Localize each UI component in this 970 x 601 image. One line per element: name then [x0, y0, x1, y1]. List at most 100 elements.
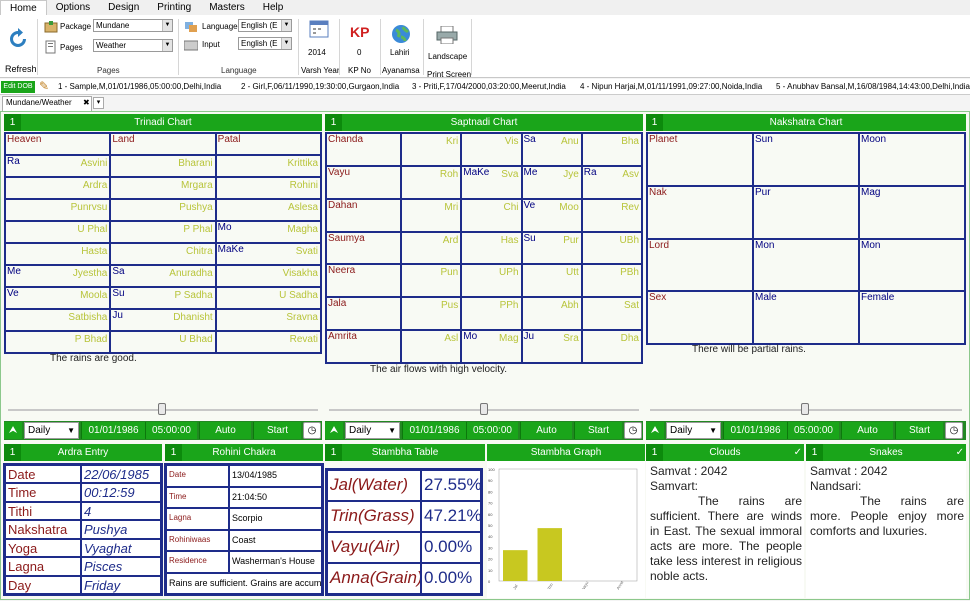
dob-person-2[interactable]: 2 - Girl,F,06/11/1990,19:30:00,Gurgaon,I…: [241, 82, 399, 91]
collapse-up-icon[interactable]: ⮝: [4, 422, 22, 439]
menu-printing[interactable]: Printing: [148, 0, 200, 15]
mode-select[interactable]: Daily ▼: [666, 422, 721, 439]
start-button[interactable]: Start: [253, 422, 301, 439]
snakes-title: Snakes: [869, 447, 903, 458]
start-button[interactable]: Start: [574, 422, 622, 439]
clock-icon[interactable]: ◷: [303, 422, 321, 439]
trinadi-slider-thumb[interactable]: [158, 403, 166, 415]
snakes-panel: Samvat : 2042 Nandsari: The rains are mo…: [806, 461, 966, 598]
menu-design[interactable]: Design: [99, 0, 148, 15]
package-select[interactable]: Mundane ▼: [93, 19, 173, 32]
time-field[interactable]: 05:00:00: [466, 422, 518, 439]
stambha-graph-title: Stambha Graph: [530, 447, 602, 458]
rohini-note: Rains are sufficient. Grains are accumul…: [166, 572, 322, 594]
trinadi-cell: Mrgara: [110, 177, 216, 199]
package-value: Mundane: [96, 21, 130, 30]
ardra-key: Date: [5, 465, 81, 484]
pages-select[interactable]: Weather ▼: [93, 39, 173, 52]
nakshatra-note: There will be partial rains.: [692, 344, 806, 355]
saptnadi-cell: Chi: [461, 198, 522, 232]
date-field[interactable]: 01/01/1986: [402, 422, 466, 439]
stambha-value: 0.00%: [421, 563, 481, 594]
trinadi-cell: Krittika: [215, 155, 321, 177]
check-icon[interactable]: ✓: [956, 444, 964, 461]
mode-select[interactable]: Daily ▼: [24, 422, 79, 439]
nakshatra-label: PPh: [499, 300, 519, 312]
varsh-label: Varsh Year: [301, 66, 340, 75]
collapse-up-icon[interactable]: ⮝: [646, 422, 664, 439]
saptnadi-cell: Ard: [401, 231, 462, 265]
saptnadi-header: 1 Saptnadi Chart: [325, 114, 643, 131]
saptnadi-slider-thumb[interactable]: [480, 403, 488, 415]
nakshatra-label: Jye: [563, 168, 579, 180]
y-tick-label: 90: [488, 478, 493, 483]
input-select[interactable]: English (E ▼: [238, 37, 292, 50]
menu-masters[interactable]: Masters: [200, 0, 254, 15]
varsh-year-button[interactable]: 2014 Varsh Year: [301, 19, 340, 75]
mode-value: Daily: [349, 425, 372, 436]
saptnadi-cell: Bha: [581, 133, 642, 166]
nakshatra-slider-thumb[interactable]: [801, 403, 809, 415]
auto-button[interactable]: Auto: [199, 422, 251, 439]
rohini-header: 1 Rohini Chakra: [165, 444, 323, 461]
refresh-button[interactable]: Refresh: [2, 19, 37, 75]
ardra-key: Nakshatra: [5, 520, 81, 539]
check-icon[interactable]: ✓: [794, 444, 802, 461]
nakshatra-label: Anuradha: [169, 268, 213, 279]
trinadi-cell: P Bhad: [5, 331, 111, 353]
nakshatra-label: Roh: [439, 168, 459, 180]
menu-home[interactable]: Home: [0, 0, 47, 15]
dob-person-4[interactable]: 4 - Nipun Harjai,M,01/11/1991,09:27:00,N…: [580, 82, 762, 91]
date-field[interactable]: 01/01/1986: [723, 422, 787, 439]
print-screen-button[interactable]: Landscape Print Screen: [425, 19, 471, 79]
dob-person-1[interactable]: 1 - Sample,M,01/01/1986,05:00:00,Delhi,I…: [58, 82, 221, 91]
nakshatra-label: Magha: [287, 224, 318, 235]
print-label: Print Screen: [427, 70, 472, 79]
menu-help[interactable]: Help: [254, 0, 293, 15]
dob-person-3[interactable]: 3 - Priti,F,17/04/2000,03:20:00,Meerut,I…: [412, 82, 566, 91]
nakshatra-cell-label: Nak: [649, 186, 667, 198]
collapse-up-icon[interactable]: ⮝: [325, 422, 343, 439]
stambha-key: Anna(Grain): [327, 563, 421, 594]
time-field[interactable]: 05:00:00: [787, 422, 839, 439]
planet-label: Mo: [217, 222, 232, 233]
close-icon[interactable]: ✖: [83, 98, 90, 107]
saptnadi-cell: PPh: [461, 297, 522, 331]
tab-mundane-weather[interactable]: Mundane/Weather ✖: [2, 96, 92, 111]
menu-options[interactable]: Options: [47, 0, 99, 15]
language-select[interactable]: English (E ▼: [238, 19, 292, 32]
mode-select[interactable]: Daily ▼: [345, 422, 400, 439]
nakshatra-label: Aslesa: [287, 202, 318, 213]
planet-label: Me: [523, 166, 538, 178]
pencil-icon[interactable]: ✎: [39, 79, 49, 93]
snakes-samvat: Samvat : 2042: [810, 464, 888, 478]
clock-icon[interactable]: ◷: [624, 422, 642, 439]
ayanamsa-button[interactable]: Lahiri Ayanamsa: [382, 19, 422, 75]
clock-icon[interactable]: ◷: [945, 422, 963, 439]
saptnadi-name-label: Jala: [328, 298, 347, 310]
trinadi-cell: Pushya: [110, 199, 216, 221]
trinadi-cell: Ardra: [5, 177, 111, 199]
new-tab-button[interactable]: ▾: [93, 97, 104, 109]
control-toolbar: ⮝ Daily ▼ 01/01/1986 05:00:00 Auto Start ◷: [325, 421, 643, 440]
nakshatra-label: Moo: [559, 201, 579, 213]
nakshatra-label: Moola: [80, 290, 108, 301]
saptnadi-cell: Rev: [581, 198, 642, 232]
planet-label: Ve: [523, 199, 536, 211]
bar-jal: [503, 550, 528, 581]
dob-person-5[interactable]: 5 - Anubhav Bansal,M,16/08/1984,14:43:00…: [776, 82, 970, 91]
planet-label: Sa: [112, 266, 125, 277]
date-field[interactable]: 01/01/1986: [81, 422, 145, 439]
rohini-key: Date: [166, 465, 229, 487]
kp-no-button[interactable]: KP 0 KP No: [342, 19, 378, 75]
auto-button[interactable]: Auto: [841, 422, 893, 439]
saptnadi-cell: Ju Sra: [521, 330, 582, 363]
nakshatra-label: Satbisha: [68, 312, 108, 323]
nakshatra-label: Pur: [563, 234, 579, 246]
auto-button[interactable]: Auto: [520, 422, 572, 439]
nakshatra-label: Sra: [563, 333, 579, 345]
time-field[interactable]: 05:00:00: [145, 422, 197, 439]
nakshatra-label: Sva: [501, 168, 519, 180]
edit-dob-button[interactable]: Edit DOB: [1, 81, 35, 93]
start-button[interactable]: Start: [895, 422, 943, 439]
